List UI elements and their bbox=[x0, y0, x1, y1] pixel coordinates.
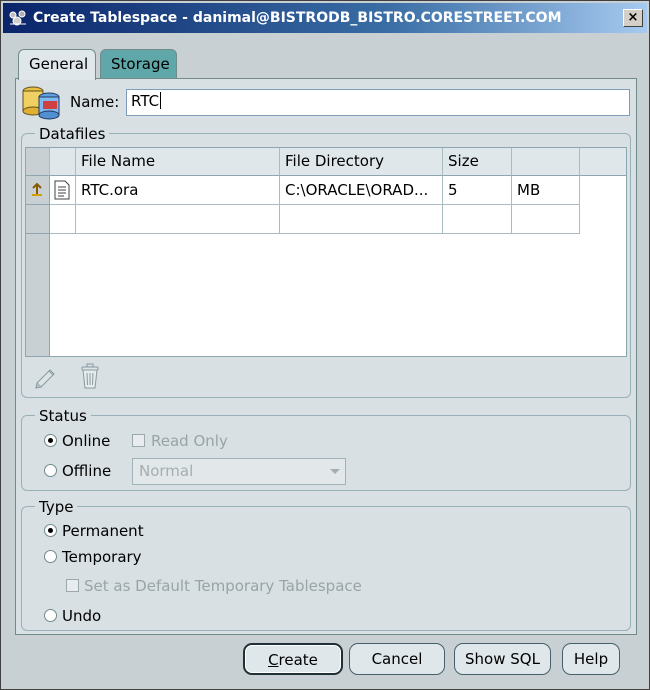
column-header-unit[interactable] bbox=[512, 148, 580, 176]
offline-mode-value: Normal bbox=[139, 462, 194, 480]
trash-can-icon[interactable] bbox=[79, 362, 101, 390]
read-only-label: Read Only bbox=[151, 432, 228, 450]
type-legend: Type bbox=[35, 498, 78, 516]
chevron-down-icon bbox=[330, 469, 340, 474]
online-radio[interactable] bbox=[44, 434, 57, 447]
datafile-icon bbox=[54, 180, 70, 200]
tab-general-label: General bbox=[29, 55, 89, 73]
cell-file-name[interactable]: RTC.ora bbox=[76, 176, 280, 205]
current-row-arrow-icon bbox=[32, 182, 42, 196]
permanent-radio[interactable] bbox=[44, 524, 57, 537]
text-caret bbox=[160, 92, 162, 109]
close-icon: × bbox=[627, 10, 639, 25]
close-button[interactable]: × bbox=[623, 9, 643, 27]
default-temporary-label: Set as Default Temporary Tablespace bbox=[84, 577, 362, 595]
create-label-rest: reate bbox=[278, 651, 318, 669]
datafiles-legend: Datafiles bbox=[35, 125, 110, 143]
empty-cell[interactable] bbox=[76, 205, 280, 234]
show-sql-button[interactable]: Show SQL bbox=[454, 643, 551, 675]
cell-unit[interactable]: MB bbox=[512, 176, 580, 205]
create-mnemonic: C bbox=[268, 651, 279, 669]
tablespace-icon bbox=[22, 86, 60, 120]
window-title: Create Tablespace - danimal@BISTRODB_BIS… bbox=[33, 10, 562, 26]
online-label[interactable]: Online bbox=[62, 432, 110, 450]
oracle-app-icon bbox=[9, 10, 26, 26]
status-legend: Status bbox=[35, 407, 91, 425]
cell-file-directory[interactable]: C:\ORACLE\ORAD... bbox=[280, 176, 443, 205]
row-header-current[interactable] bbox=[26, 176, 50, 205]
datafiles-table[interactable]: File Name File Directory Size RTC.ora C:… bbox=[25, 147, 627, 357]
column-header-file-directory[interactable]: File Directory bbox=[280, 148, 443, 176]
offline-radio[interactable] bbox=[44, 464, 57, 477]
column-header-size[interactable]: Size bbox=[443, 148, 512, 176]
empty-cell[interactable] bbox=[512, 205, 580, 234]
column-header-file-name[interactable]: File Name bbox=[76, 148, 280, 176]
undo-radio[interactable] bbox=[44, 609, 57, 622]
tab-storage[interactable]: Storage bbox=[100, 49, 177, 79]
empty-cell[interactable] bbox=[280, 205, 443, 234]
create-tablespace-dialog: Create Tablespace - danimal@BISTRODB_BIS… bbox=[0, 0, 650, 690]
name-input-value: RTC bbox=[131, 92, 160, 110]
read-only-checkbox[interactable] bbox=[132, 434, 145, 447]
temporary-radio[interactable] bbox=[44, 550, 57, 563]
create-button[interactable]: Create bbox=[243, 643, 343, 675]
table-row[interactable] bbox=[50, 176, 76, 205]
cell-size[interactable]: 5 bbox=[443, 176, 512, 205]
default-temporary-checkbox[interactable] bbox=[66, 579, 79, 592]
undo-label[interactable]: Undo bbox=[62, 607, 101, 625]
help-button[interactable]: Help bbox=[562, 643, 620, 675]
temporary-label[interactable]: Temporary bbox=[62, 548, 142, 566]
icon-column-header bbox=[50, 148, 76, 176]
row-header-empty[interactable] bbox=[26, 205, 50, 234]
corner-header bbox=[26, 148, 50, 176]
empty-cell[interactable] bbox=[50, 205, 76, 234]
tab-general[interactable]: General bbox=[18, 49, 96, 80]
edit-pencil-icon[interactable] bbox=[33, 363, 59, 389]
offline-mode-select[interactable]: Normal bbox=[132, 458, 346, 485]
tab-storage-label: Storage bbox=[111, 55, 170, 73]
name-label: Name: bbox=[70, 93, 120, 111]
empty-cell[interactable] bbox=[443, 205, 512, 234]
title-bar[interactable]: Create Tablespace - danimal@BISTRODB_BIS… bbox=[3, 3, 647, 33]
column-header-spare bbox=[580, 148, 626, 176]
permanent-label[interactable]: Permanent bbox=[62, 522, 144, 540]
cancel-button[interactable]: Cancel bbox=[349, 643, 445, 675]
name-input[interactable]: RTC bbox=[126, 89, 630, 116]
offline-label[interactable]: Offline bbox=[62, 462, 111, 480]
